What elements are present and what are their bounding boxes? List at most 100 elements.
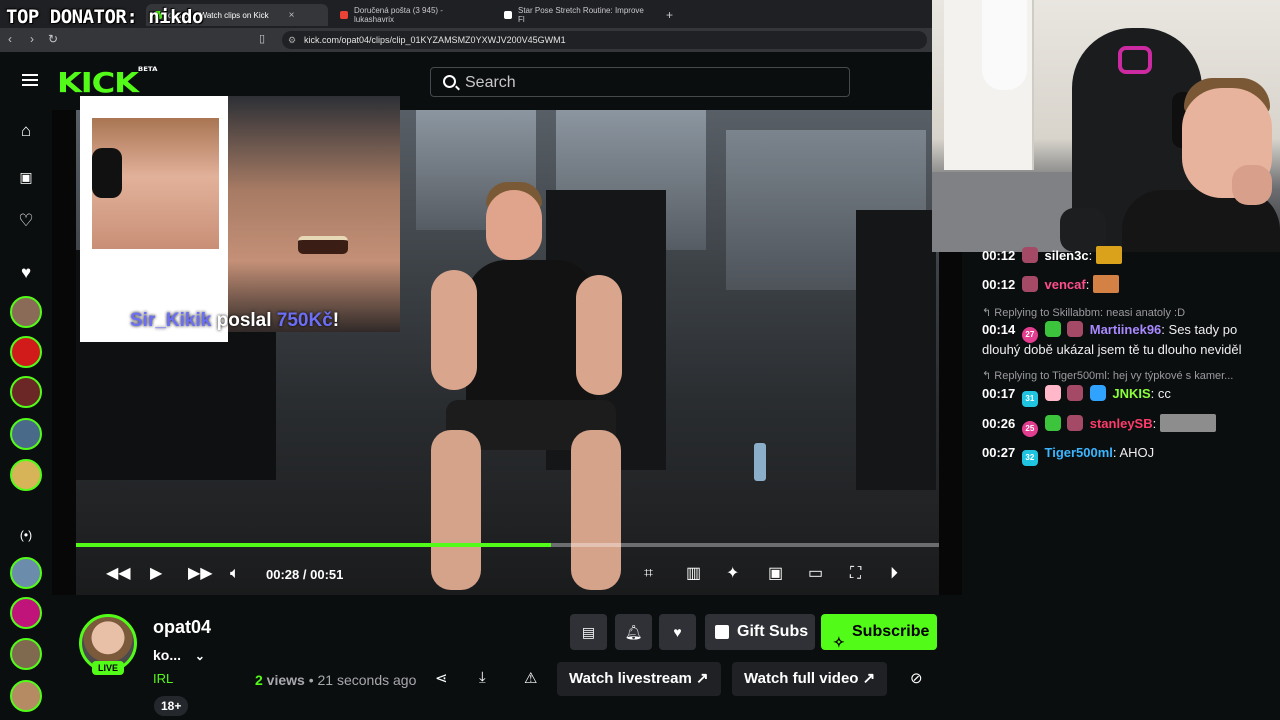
chat-timestamp: 00:14	[982, 322, 1016, 337]
bookmark-icon[interactable]: ▯	[259, 32, 265, 45]
fullscreen-icon[interactable]: ⛶	[850, 564, 861, 584]
sidebar-channel-avatar[interactable]	[10, 336, 42, 368]
url-field[interactable]: ⚙ kick.com/opat04/clips/clip_01KYZAMSMZ0…	[282, 31, 927, 49]
download-icon[interactable]: ⤓	[479, 669, 486, 686]
back-icon[interactable]: ‹	[8, 32, 12, 46]
hide-eye-icon[interactable]: ⊘	[910, 669, 923, 687]
external-link-icon: ↗	[696, 670, 709, 687]
tab-title: Doručená pošta (3 945) - lukashavrix	[354, 6, 443, 24]
follow-button[interactable]: ♥	[659, 614, 696, 650]
channel-subtitle-text: ko...	[153, 647, 182, 663]
gift-subs-button[interactable]: Gift Subs	[705, 614, 815, 650]
donation-exclamation: !	[332, 310, 340, 331]
play-icon[interactable]: ▶	[150, 564, 162, 584]
chat-username[interactable]: Martiinek96	[1090, 322, 1162, 337]
kick-logo[interactable]: KICKBETA	[57, 66, 157, 99]
new-tab-button[interactable]: +	[658, 4, 682, 26]
user-badge-icon	[1021, 247, 1038, 263]
sidebar-channel-avatar[interactable]	[10, 638, 42, 670]
reload-icon[interactable]: ↻	[48, 32, 58, 46]
subscribe-button[interactable]: ✧ Subscribe	[821, 614, 937, 650]
logo-text: KICK	[57, 66, 139, 99]
site-info-icon[interactable]: ⚙	[288, 35, 296, 46]
views-count: 2	[255, 672, 263, 688]
live-badge: LIVE	[92, 661, 124, 675]
fast-forward-icon[interactable]: ▶▶	[188, 564, 213, 584]
theater-mode-icon[interactable]: ▭	[808, 564, 823, 584]
emote-icon	[1092, 275, 1119, 293]
gmail-favicon-icon	[340, 11, 348, 19]
clip-meta: 2 views • 21 seconds ago	[255, 672, 416, 688]
reply-context[interactable]: ↰ Replying to Tiger500ml: hej vy týpkové…	[982, 369, 1233, 382]
hamburger-menu-icon[interactable]	[22, 74, 38, 86]
chat-message[interactable]: 00:26 25 stanleySB:	[982, 414, 1216, 437]
chat-username[interactable]: stanleySB	[1090, 416, 1153, 431]
channel-subtitle[interactable]: ko... ⌄	[153, 647, 205, 663]
channel-name[interactable]: opat04	[153, 617, 211, 638]
browser-tab-gmail[interactable]: Doručená pošta (3 945) - lukashavrix	[332, 4, 492, 26]
rewind-icon[interactable]: ◀◀	[106, 564, 131, 584]
chat-username[interactable]: silen3c	[1045, 248, 1089, 263]
external-link-icon: ↗	[862, 670, 876, 687]
watch-full-video-label: Watch full video	[744, 670, 859, 687]
reply-context[interactable]: ↰ Replying to Skillabbm: neasi anatoly :…	[982, 306, 1185, 319]
following-heart-icon[interactable]: ♡	[15, 210, 37, 232]
home-icon[interactable]: ⌂	[15, 120, 37, 142]
chevron-down-icon[interactable]: ⌄	[195, 649, 205, 663]
notification-button[interactable]: 🔔︎	[615, 614, 652, 650]
watch-livestream-button[interactable]: Watch livestream ↗	[557, 662, 721, 696]
chat-username[interactable]: vencaf	[1045, 277, 1086, 292]
chat-toggle-button[interactable]: ▤	[570, 614, 607, 650]
chat-username[interactable]: JNKIS	[1112, 386, 1150, 401]
category-link[interactable]: IRL	[153, 671, 173, 686]
chat-message[interactable]: 00:12 vencaf:	[982, 275, 1119, 295]
tiktok-favicon-icon	[504, 11, 512, 19]
forward-icon[interactable]: ›	[30, 32, 34, 46]
progress-bar[interactable]	[76, 543, 939, 547]
watch-full-video-button[interactable]: Watch full video ↗	[732, 662, 888, 696]
chat-message[interactable]: 00:27 32 Tiger500ml: AHOJ	[982, 443, 1154, 466]
sidebar-channel-avatar[interactable]	[10, 459, 42, 491]
chat-text: Ses tady po	[1168, 322, 1238, 337]
person-arm	[576, 275, 622, 395]
chat-timestamp: 00:17	[982, 386, 1016, 401]
report-warning-icon[interactable]: ⚠	[524, 669, 537, 687]
browser-address-bar: ‹ › ↻ ▯ ⚙ kick.com/opat04/clips/clip_01K…	[0, 28, 932, 52]
share-icon[interactable]: ⋖	[435, 669, 448, 687]
player-controls: ◀◀ ▶ ▶▶ 🔈︎ 00:28 / 00:51 ⌗ ▥ ✦ ▣ ▭ ⛶ ⏵	[76, 560, 939, 590]
chat-timestamp: 00:27	[982, 445, 1016, 460]
browse-icon[interactable]: ▣	[15, 166, 37, 188]
url-text: kick.com/opat04/clips/clip_01KYZAMSMZ0YX…	[304, 35, 566, 45]
reply-text: Replying to Tiger500ml: hej vy týpkové s…	[994, 370, 1234, 382]
sparkle-icon[interactable]: ✦	[726, 564, 739, 584]
search-box[interactable]	[430, 67, 850, 97]
tab-close-icon[interactable]: ×	[289, 10, 295, 21]
sidebar-channel-avatar[interactable]	[10, 296, 42, 328]
tab-title: Star Pose Stretch Routine: Improve Fl	[518, 6, 644, 24]
gift-subs-label: Gift Subs	[737, 623, 809, 640]
sidebar-channel-avatar[interactable]	[10, 418, 42, 450]
sidebar-channel-avatar[interactable]	[10, 680, 42, 712]
logo-beta-tag: BETA	[137, 66, 158, 73]
sidebar-channel-avatar[interactable]	[10, 597, 42, 629]
user-badge-icon	[1067, 321, 1084, 337]
chat-text: AHOJ	[1119, 445, 1155, 460]
time-separator: /	[302, 567, 307, 582]
sidebar-channel-avatar[interactable]	[10, 376, 42, 408]
donation-text: poslal	[211, 310, 277, 331]
miniplayer-icon[interactable]: ▣	[768, 564, 783, 584]
sidebar-channel-avatar[interactable]	[10, 557, 42, 589]
chat-message[interactable]: 00:17 31 JNKIS: cc	[982, 384, 1171, 407]
clip-crop-icon[interactable]: ⌗	[644, 564, 653, 584]
chat-username[interactable]: Tiger500ml	[1045, 445, 1113, 460]
volume-icon[interactable]: 🔈︎	[230, 564, 240, 584]
age-rating-badge: 18+	[154, 696, 189, 716]
browser-tab-tiktok[interactable]: Star Pose Stretch Routine: Improve Fl	[496, 4, 656, 26]
channel-info-bar: LIVE opat04 ko... ⌄ IRL 18+ 2 views • 21…	[52, 595, 962, 720]
autoplay-icon[interactable]: ⏵	[890, 564, 898, 584]
stats-icon[interactable]: ▥	[686, 564, 701, 584]
search-input[interactable]	[465, 74, 835, 92]
user-badge-icon	[1021, 276, 1038, 292]
chat-message[interactable]: 00:12 silen3c:	[982, 246, 1122, 266]
reply-text: Replying to Skillabbm: neasi anatoly :D	[994, 307, 1186, 319]
